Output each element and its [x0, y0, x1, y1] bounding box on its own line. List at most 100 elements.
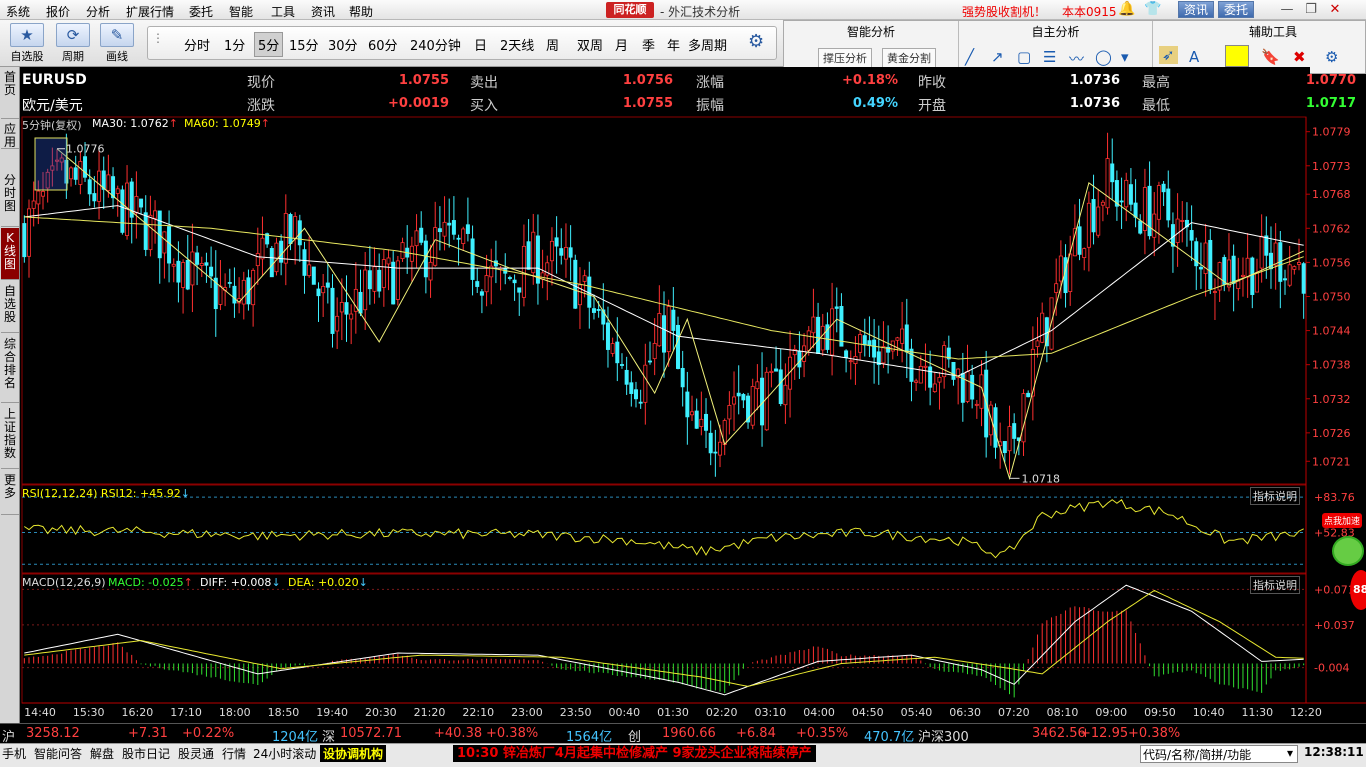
menu-item-2[interactable]: 分析	[86, 3, 110, 20]
minimize-icon[interactable]: —	[1276, 0, 1298, 19]
dea-legend: DEA: +0.020↓	[288, 576, 368, 589]
shirt-icon[interactable]: 👕	[1144, 1, 1161, 17]
candle-body	[377, 269, 382, 292]
candle-body	[1012, 423, 1017, 439]
period-9[interactable]: 周	[546, 35, 559, 54]
ellipse-icon[interactable]: ◯	[1095, 48, 1112, 66]
bottom-item-3[interactable]: 股市日记	[122, 745, 170, 762]
menu-item-3[interactable]: 扩展行情	[126, 3, 174, 20]
side-tab-6[interactable]: 上证指数	[1, 404, 19, 469]
candle-body	[129, 181, 134, 218]
menu-item-1[interactable]: 报价	[46, 3, 70, 20]
side-tab-0[interactable]: 首页	[1, 67, 19, 119]
rsi-explain-button[interactable]: 指标说明	[1250, 487, 1300, 505]
promo-link[interactable]: 强势股收割机！	[962, 3, 1046, 20]
candle-body	[979, 374, 984, 409]
menu-item-4[interactable]: 委托	[189, 3, 213, 20]
price-tick: 1.0773	[1312, 160, 1351, 173]
candle-body	[554, 237, 559, 247]
bottom-item-4[interactable]: 股灵通	[178, 745, 214, 762]
side-tab-5[interactable]: 综合排名	[1, 334, 19, 403]
menu-item-7[interactable]: 资讯	[311, 3, 335, 20]
period-14[interactable]: 多周期	[688, 35, 727, 54]
side-tab-2[interactable]: 分时图	[1, 170, 19, 227]
speed-badge: 88	[1350, 570, 1366, 610]
wave-icon[interactable]: 〰	[1069, 48, 1084, 69]
bookmark-icon[interactable]: 🔖	[1261, 48, 1280, 66]
panel-frame	[21, 573, 1307, 704]
ray-icon[interactable]: ↗	[991, 48, 1004, 66]
macd-explain-button[interactable]: 指标说明	[1250, 576, 1300, 594]
side-tab-1[interactable]: 应用	[1, 119, 19, 149]
candle-body	[736, 392, 741, 397]
candle-body	[1105, 158, 1110, 209]
close-icon[interactable]: ✕	[1324, 0, 1346, 19]
period-2[interactable]: 5分	[254, 32, 284, 57]
delete-icon[interactable]: ✖	[1293, 48, 1306, 66]
bottom-item-7[interactable]: 设协调机构	[320, 745, 387, 762]
self-select-tool[interactable]: ★ 自选股	[6, 23, 48, 64]
cycle-label: 周期	[62, 50, 84, 63]
period-5[interactable]: 60分	[368, 35, 398, 54]
color-swatch[interactable]	[1225, 45, 1249, 67]
period-0[interactable]: 分时	[184, 35, 210, 54]
menu-item-0[interactable]: 系统	[6, 3, 30, 20]
line-icon[interactable]: ╱	[965, 48, 974, 66]
channel-icon[interactable]: ☰	[1043, 48, 1056, 66]
speedup-widget[interactable]: 点我加速 88	[1320, 508, 1366, 610]
side-tab-7[interactable]: 更多	[1, 470, 19, 515]
candle-body	[573, 259, 578, 309]
candle-body	[1264, 235, 1269, 256]
search-input[interactable]: 代码/名称/简拼/功能 ▾	[1140, 745, 1298, 763]
period-6[interactable]: 240分钟	[410, 35, 461, 54]
bottom-item-1[interactable]: 智能问答	[34, 745, 82, 762]
cursor-icon[interactable]: ➶	[1159, 46, 1178, 64]
menu-item-6[interactable]: 工具	[271, 3, 295, 20]
period-10[interactable]: 双周	[577, 35, 603, 54]
menu-item-8[interactable]: 帮助	[349, 3, 373, 20]
price-tick: 1.0762	[1312, 222, 1351, 235]
cycle-tool[interactable]: ⟳ 周期	[52, 23, 94, 64]
candle-body	[1021, 393, 1026, 443]
news-button[interactable]: 资讯	[1178, 1, 1215, 18]
candle-body	[195, 252, 200, 265]
time-tick: 05:40	[901, 706, 933, 719]
trade-button[interactable]: 委托	[1218, 1, 1255, 18]
period-1[interactable]: 1分	[224, 35, 245, 54]
period-12[interactable]: 季	[642, 35, 655, 54]
settings-gear-icon[interactable]: ⚙	[748, 31, 764, 52]
candle-body	[73, 167, 78, 180]
candle-body	[694, 410, 699, 429]
bottom-item-2[interactable]: 解盘	[90, 745, 114, 762]
period-8[interactable]: 2天线	[500, 35, 534, 54]
period-11[interactable]: 月	[615, 35, 628, 54]
smart-analysis-panel: 智能分析 撑压分析 黄金分割	[784, 21, 959, 73]
menu-item-5[interactable]: 智能	[229, 3, 253, 20]
candle-body	[792, 349, 797, 356]
period-4[interactable]: 30分	[328, 35, 358, 54]
news-ticker[interactable]: 10:30 锌冶炼厂4月起集中检修减产 9家龙头企业将陆续停产	[453, 745, 816, 762]
text-icon[interactable]: A	[1189, 48, 1199, 66]
side-tab-4[interactable]: 自选股	[1, 281, 19, 333]
bottom-item-5[interactable]: 行情	[222, 745, 246, 762]
support-resistance-button[interactable]: 撑压分析	[818, 48, 872, 68]
period-13[interactable]: 年	[667, 35, 680, 54]
bell-icon[interactable]: 🔔	[1118, 1, 1135, 17]
more-icon[interactable]: ▾	[1121, 48, 1129, 66]
bottom-item-0[interactable]: 手机	[2, 745, 26, 762]
draw-tool[interactable]: ✎ 画线	[96, 23, 138, 64]
tools-gear-icon[interactable]: ⚙	[1325, 48, 1338, 66]
candle-body	[666, 306, 671, 353]
restore-icon[interactable]: ❐	[1300, 0, 1322, 19]
candle-body	[1231, 255, 1236, 284]
period-7[interactable]: 日	[474, 35, 487, 54]
candle-body	[64, 159, 69, 184]
rect-icon[interactable]: ▢	[1017, 48, 1031, 66]
bottom-bar: 手机 智能问答 解盘 股市日记 股灵通 行情 24小时滚动 设协调机构 10:30 锌冶炼厂4…	[0, 743, 1366, 767]
bottom-item-6[interactable]: 24小时滚动	[253, 745, 316, 762]
candle-body	[321, 285, 326, 294]
period-3[interactable]: 15分	[289, 35, 319, 54]
golden-split-button[interactable]: 黄金分割	[882, 48, 936, 68]
candle-body	[662, 315, 667, 353]
side-tab-3[interactable]: K线图	[1, 228, 19, 280]
